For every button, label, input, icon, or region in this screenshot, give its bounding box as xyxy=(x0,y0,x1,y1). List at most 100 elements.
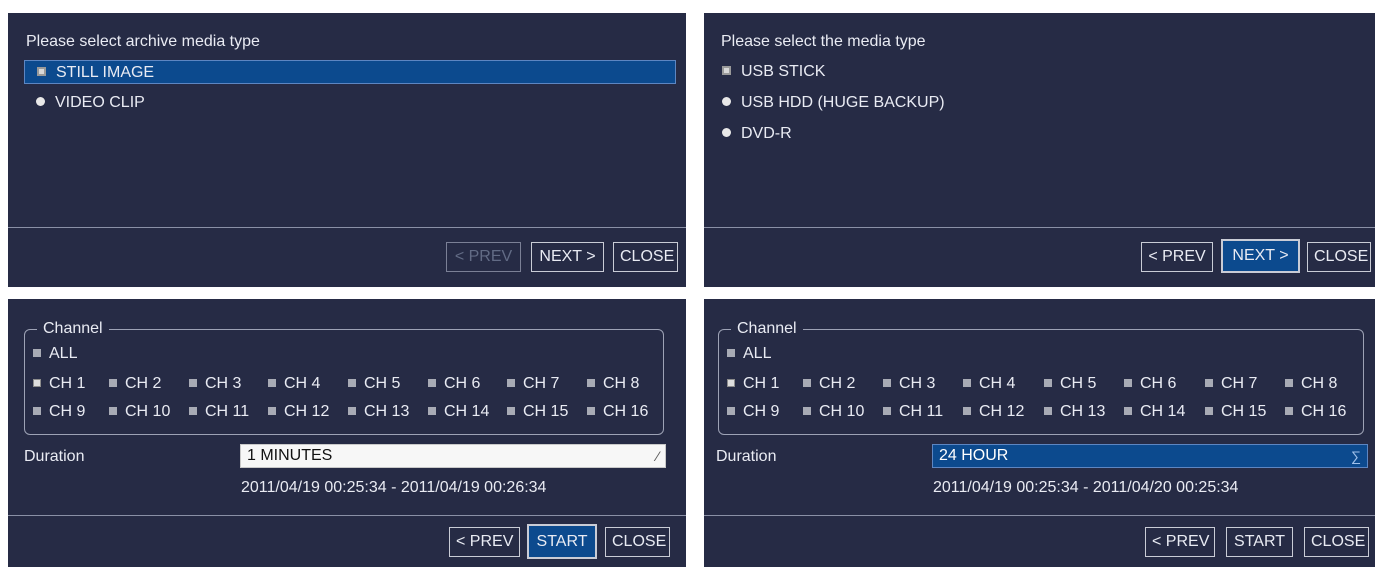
channel-all-checkbox[interactable]: ALL xyxy=(727,344,771,364)
close-button[interactable]: CLOSE xyxy=(613,242,678,272)
option-usb-hdd[interactable]: USB HDD (HUGE BACKUP) xyxy=(710,91,945,115)
prev-button[interactable]: < PREV xyxy=(449,527,520,557)
option-label: USB STICK xyxy=(741,63,826,80)
media-type-dialog: Please select the media type USB STICK U… xyxy=(704,13,1375,287)
option-still-image[interactable]: STILL IMAGE xyxy=(24,60,676,84)
channel-checkbox[interactable]: CH 13 xyxy=(1044,402,1105,422)
checkbox-icon xyxy=(963,378,971,387)
checkbox-icon xyxy=(507,378,515,387)
checkbox-icon xyxy=(803,406,811,415)
channel-checkbox[interactable]: CH 13 xyxy=(348,402,409,422)
checkbox-label: CH 7 xyxy=(523,375,560,392)
duration-value: 1 MINUTES xyxy=(247,447,333,464)
channel-checkbox[interactable]: CH 7 xyxy=(507,374,559,394)
channel-checkbox[interactable]: CH 4 xyxy=(963,374,1015,394)
channel-checkbox[interactable]: CH 8 xyxy=(1285,374,1337,394)
prev-button[interactable]: < PREV xyxy=(1141,242,1213,272)
channel-checkbox[interactable]: CH 6 xyxy=(428,374,480,394)
checkbox-label: CH 4 xyxy=(284,375,321,392)
checked-checkbox-icon xyxy=(33,378,41,387)
channel-checkbox[interactable]: CH 1 xyxy=(33,374,85,394)
channel-checkbox[interactable]: CH 16 xyxy=(1285,402,1346,422)
channel-checkbox[interactable]: CH 12 xyxy=(268,402,329,422)
checkbox-icon xyxy=(1124,406,1132,415)
checkbox-icon xyxy=(1285,378,1293,387)
channel-checkbox[interactable]: CH 10 xyxy=(109,402,170,422)
checkbox-label: CH 16 xyxy=(1301,403,1347,420)
checkbox-icon xyxy=(189,378,197,387)
channel-checkbox[interactable]: CH 2 xyxy=(109,374,161,394)
channel-checkbox[interactable]: CH 9 xyxy=(33,402,85,422)
option-dvd-r[interactable]: DVD-R xyxy=(710,122,792,146)
divider xyxy=(704,227,1375,228)
checkbox-label: CH 1 xyxy=(49,375,86,392)
channel-checkbox[interactable]: CH 1 xyxy=(727,374,779,394)
channel-checkbox[interactable]: CH 5 xyxy=(1044,374,1096,394)
next-button[interactable]: NEXT > xyxy=(531,242,604,272)
start-button[interactable]: START xyxy=(1226,527,1293,557)
close-button[interactable]: CLOSE xyxy=(605,527,670,557)
channel-checkbox[interactable]: CH 15 xyxy=(1205,402,1266,422)
divider xyxy=(8,227,686,228)
checkbox-label: CH 12 xyxy=(284,403,330,420)
checkbox-icon xyxy=(1205,406,1213,415)
channel-checkbox[interactable]: CH 2 xyxy=(803,374,855,394)
channel-group-label: Channel xyxy=(731,320,803,338)
checkbox-marker-icon xyxy=(37,67,46,77)
checkbox-icon xyxy=(109,378,117,387)
divider xyxy=(8,515,686,516)
checkbox-label: CH 9 xyxy=(743,403,780,420)
checkbox-label: CH 11 xyxy=(205,403,250,420)
checkbox-label: ALL xyxy=(743,345,772,362)
checkbox-icon xyxy=(1124,378,1132,387)
checkbox-icon xyxy=(268,378,276,387)
prev-button[interactable]: < PREV xyxy=(446,242,521,272)
channel-checkbox[interactable]: CH 16 xyxy=(587,402,648,422)
channel-checkbox[interactable]: CH 14 xyxy=(1124,402,1185,422)
checkbox-icon xyxy=(883,406,891,415)
duration-select[interactable]: 24 HOUR ∑ xyxy=(932,444,1368,468)
next-button[interactable]: NEXT > xyxy=(1221,239,1300,273)
channel-all-checkbox[interactable]: ALL xyxy=(33,344,77,364)
channel-checkbox[interactable]: CH 14 xyxy=(428,402,489,422)
checkbox-icon xyxy=(803,378,811,387)
channel-checkbox[interactable]: CH 9 xyxy=(727,402,779,422)
channel-checkbox[interactable]: CH 8 xyxy=(587,374,639,394)
checkbox-icon xyxy=(1044,406,1052,415)
option-usb-stick[interactable]: USB STICK xyxy=(710,60,825,84)
start-button[interactable]: START xyxy=(527,524,597,559)
checkbox-label: CH 15 xyxy=(523,403,569,420)
channel-checkbox[interactable]: CH 7 xyxy=(1205,374,1257,394)
channel-checkbox[interactable]: CH 11 xyxy=(189,402,249,422)
channel-checkbox[interactable]: CH 10 xyxy=(803,402,864,422)
checkbox-label: CH 9 xyxy=(49,403,86,420)
checkbox-label: CH 14 xyxy=(1140,403,1186,420)
checkbox-icon xyxy=(348,406,356,415)
checkbox-label: CH 10 xyxy=(125,403,171,420)
checkbox-icon xyxy=(428,378,436,387)
option-video-clip[interactable]: VIDEO CLIP xyxy=(24,91,145,115)
channel-checkbox[interactable]: CH 4 xyxy=(268,374,320,394)
checkbox-icon xyxy=(1044,378,1052,387)
prev-button[interactable]: < PREV xyxy=(1145,527,1215,557)
close-button[interactable]: CLOSE xyxy=(1307,242,1371,272)
channel-checkbox[interactable]: CH 11 xyxy=(883,402,943,422)
channel-checkbox[interactable]: CH 3 xyxy=(189,374,241,394)
channel-checkbox[interactable]: CH 5 xyxy=(348,374,400,394)
checkbox-label: CH 13 xyxy=(364,403,410,420)
checkbox-icon xyxy=(727,348,735,357)
option-label: STILL IMAGE xyxy=(56,64,155,81)
channel-checkbox[interactable]: CH 3 xyxy=(883,374,935,394)
checkbox-label: CH 10 xyxy=(819,403,865,420)
checkbox-label: ALL xyxy=(49,345,78,362)
checkbox-label: CH 11 xyxy=(899,403,944,420)
checkbox-label: CH 3 xyxy=(205,375,242,392)
checkbox-label: CH 16 xyxy=(603,403,649,420)
channel-checkbox[interactable]: CH 6 xyxy=(1124,374,1176,394)
channel-group: Channel ALL CH 1 CH 2 CH 3 CH 4 CH 5 CH … xyxy=(24,320,664,435)
channel-checkbox[interactable]: CH 12 xyxy=(963,402,1024,422)
close-button[interactable]: CLOSE xyxy=(1304,527,1369,557)
channel-duration-dialog: Channel ALL CH 1 CH 2 CH 3 CH 4 CH 5 CH … xyxy=(8,299,686,567)
channel-checkbox[interactable]: CH 15 xyxy=(507,402,568,422)
duration-select[interactable]: 1 MINUTES ⁄ xyxy=(240,444,666,468)
